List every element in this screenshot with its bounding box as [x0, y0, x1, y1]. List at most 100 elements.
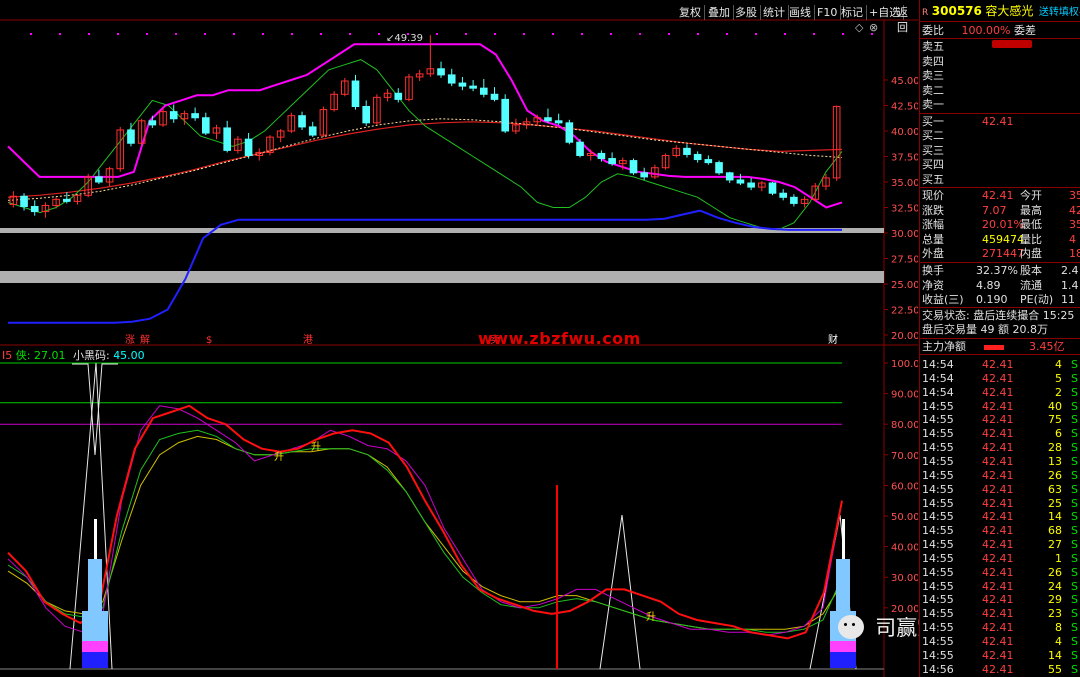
legend-a-value: 27.01: [33, 349, 66, 362]
tick-row: 14:55 42.41 4 S: [922, 635, 1078, 648]
top-dot: [842, 33, 844, 35]
stack-bar-blue-wide: [82, 611, 108, 641]
candle-body: [298, 115, 306, 128]
sell-level: 卖四: [922, 54, 944, 68]
stat-row: 现价 42.41 今开 35: [922, 189, 1080, 202]
stat2-row: 收益(三) 0.190 PE(动) 11: [922, 293, 1075, 307]
buy-level: 买二: [922, 129, 944, 143]
stack-bar-blue-dark: [82, 652, 108, 668]
candle-body: [725, 172, 734, 181]
toolbar-back[interactable]: 返回: [894, 5, 919, 34]
candle-body: [790, 196, 798, 204]
y-tick-label: 42.50: [891, 102, 918, 113]
top-dot: [668, 33, 670, 35]
top-dot: [726, 33, 728, 35]
tick-row: 14:55 42.41 6 S: [922, 427, 1078, 441]
tick-row: 14:55 42.41 27 S: [922, 538, 1078, 552]
sell-level: 卖五: [922, 40, 944, 53]
sell-arrow-icon: [992, 40, 1032, 48]
candle-body: [479, 87, 488, 95]
candle-body: [127, 129, 135, 144]
stat2-row: 换手 32.37% 股本 2.4: [922, 264, 1079, 277]
after-hours-volume: 盘后交易量 49 额 20.8万: [922, 323, 1048, 336]
indicator-line-green: [7, 429, 843, 633]
y-tick-label: 35.00: [891, 178, 918, 189]
toolbar-mark[interactable]: 标记: [838, 5, 867, 20]
candle-body: [308, 126, 317, 136]
y-tick-label: 37.50: [891, 153, 918, 164]
tick-row: 14:55 42.41 1 S: [922, 551, 1078, 565]
signal-annotation: 升: [274, 451, 284, 463]
candle-body: [501, 98, 510, 132]
candle-body: [447, 74, 456, 84]
toolbar-overlay[interactable]: 叠加: [705, 5, 734, 20]
top-dot: [320, 33, 322, 35]
buy-level: 买一 42.41: [922, 115, 1014, 128]
stat-row: 外盘271447内盘188: [922, 247, 1080, 261]
trade-status: 交易状态: 盘后连续撮合 15:25: [922, 309, 1075, 322]
tick-row: 14:55 42.41 26 S: [922, 468, 1078, 482]
band-green: [7, 59, 843, 231]
chart-settings-icon[interactable]: ◇: [855, 21, 863, 34]
kline-chart-area[interactable]: 45.00 42.50 40.00 37.50 35.00 32.50 30.00 27.50…: [0, 0, 918, 677]
candle-body: [554, 120, 563, 124]
legend-b-label: 小黑码:: [72, 349, 110, 362]
stock-header: R 300576 容大感光 送转填权—: [922, 4, 1080, 18]
y-tick-label: 22.50: [891, 306, 918, 317]
y-tick-label: 45.00: [891, 76, 918, 87]
top-dot: [117, 33, 119, 35]
toolbar-fuquan[interactable]: 复权: [676, 5, 705, 20]
stock-name: 容大感光: [985, 4, 1034, 18]
top-dot: [349, 33, 351, 35]
candle-body: [351, 80, 360, 108]
toolbar-stats[interactable]: 统计: [760, 5, 789, 20]
tick-row: 14:55 42.41 40 S: [922, 399, 1078, 413]
indicator-line-magenta: [7, 405, 843, 636]
indicator-line-yellow: [7, 435, 843, 630]
main-y-axis: 45.00 42.50 40.00 37.50 35.00 32.50 30.00 27.50…: [884, 76, 918, 342]
y-tick-label: 32.50: [891, 204, 918, 215]
candle-body: [394, 92, 403, 100]
stack-bar-blue: [836, 559, 850, 611]
indicator-panel[interactable]: 升升升: [0, 362, 884, 670]
top-dot: [204, 33, 206, 35]
candle-body: [544, 117, 552, 122]
candle-body: [20, 195, 28, 207]
indicator-tick-label: 30.00: [891, 573, 918, 584]
tick-row: 14:54 42.41 2 S: [922, 385, 1078, 399]
stack-bar-magenta: [82, 641, 108, 652]
y-tick-label: 20.00: [891, 331, 918, 342]
stat-row: 总量 459474 量比 4: [922, 232, 1076, 246]
top-dot: [465, 33, 467, 35]
top-dot: [59, 33, 61, 35]
candle-body: [169, 111, 178, 120]
chart-close-icon[interactable]: ⊗: [869, 21, 878, 34]
tick-row: 14:55 42.41 68 S: [922, 524, 1078, 538]
switch-label[interactable]: 送转填权—: [1039, 7, 1080, 18]
candle-body: [747, 182, 755, 188]
top-toolbar: 复权 叠加 多股 统计 画线 F10 标记 +自选 返回: [676, 0, 919, 34]
tick-row: 14:55 42.41 14 S: [922, 510, 1078, 524]
sell-level: 卖三: [922, 69, 944, 83]
candle-body: [30, 205, 39, 213]
toolbar-multi[interactable]: 多股: [732, 5, 761, 20]
weibi-value: 100.00%: [961, 24, 1011, 37]
tick-row: 14:55 42.41 75 S: [922, 413, 1078, 427]
tick-row: 14:55 42.41 29 S: [922, 593, 1078, 607]
candle-body: [608, 158, 616, 165]
candle-body: [576, 141, 584, 156]
sell-level: 卖一: [922, 98, 944, 112]
candle-body: [362, 106, 371, 124]
top-dot: [552, 33, 554, 35]
stack-top-white: [94, 519, 97, 559]
top-dot: [639, 33, 641, 35]
candle-body: [244, 138, 253, 156]
candle-body: [191, 113, 199, 119]
y-tick-label: 40.00: [891, 127, 918, 138]
legend-a-label: 侠:: [15, 349, 31, 362]
tick-row: 14:56 42.41 55 S: [922, 662, 1078, 676]
top-dot: [610, 33, 612, 35]
toolbar-draw[interactable]: 画线: [786, 5, 815, 20]
indicator-tick-label: 50.00: [891, 512, 918, 523]
top-dot: [494, 33, 496, 35]
